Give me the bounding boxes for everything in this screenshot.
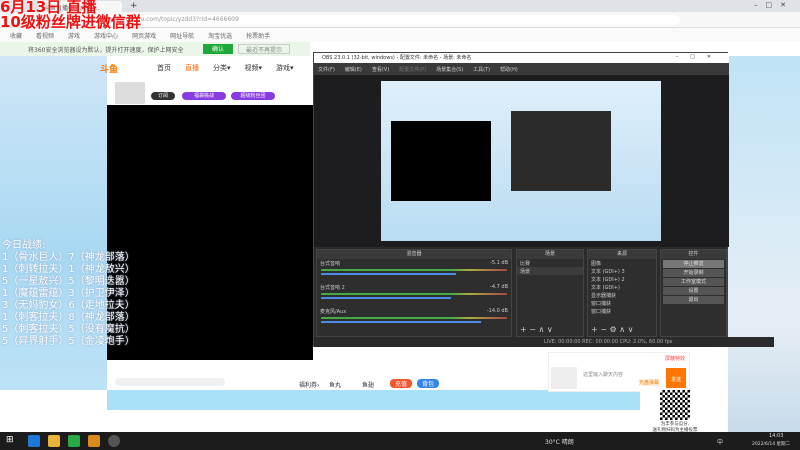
coupon-link[interactable]: 福利券› bbox=[299, 380, 319, 389]
volume-slider[interactable] bbox=[321, 321, 481, 323]
backpack-button[interactable]: 背包 bbox=[417, 379, 439, 388]
audio-meter bbox=[321, 293, 507, 295]
nav-live[interactable]: 直播 bbox=[185, 63, 199, 73]
studio-mode-button[interactable]: 工作室模式 bbox=[663, 278, 724, 286]
obs-menu-bar: 文件(F) 编辑(E) 查看(V) 配置文件(P) 场景集合(S) 工具(T) … bbox=[314, 63, 729, 75]
chat-input[interactable]: 这里输入聊天内容 bbox=[583, 371, 623, 378]
window-controls[interactable]: –□✕ bbox=[754, 1, 794, 9]
nav-category[interactable]: 分类▾ bbox=[213, 63, 231, 73]
danmu-hint[interactable]: 光盘弹幕 bbox=[639, 379, 660, 386]
obs-status-bar: LIVE: 00:00:00 REC: 00:00:00 CPU: 2.0%, … bbox=[314, 337, 774, 347]
explorer-icon[interactable] bbox=[48, 435, 60, 447]
obs-window: OBS 23.0.1 (32-bit, windows) - 配置文件: 未命名… bbox=[313, 52, 774, 347]
menu-edit[interactable]: 编辑(E) bbox=[345, 66, 362, 73]
audio-meter bbox=[321, 269, 507, 271]
page-footer bbox=[0, 410, 640, 432]
preview-capture bbox=[381, 81, 661, 241]
volume-slider[interactable] bbox=[321, 273, 456, 275]
start-recording-button[interactable]: 开始录制 bbox=[663, 269, 724, 277]
recharge-button[interactable]: 充值 bbox=[390, 379, 412, 388]
menu-view[interactable]: 查看(V) bbox=[372, 66, 389, 73]
bookmark[interactable]: 抢票助手 bbox=[246, 31, 270, 40]
clock-time[interactable]: 14:03 bbox=[769, 433, 783, 439]
fish-ball[interactable]: 鱼丸 bbox=[329, 380, 341, 389]
fan-club-button[interactable]: 超级粉丝团 bbox=[231, 92, 275, 100]
obs-preview[interactable] bbox=[314, 75, 729, 247]
subscribe-button[interactable]: 订阅 bbox=[151, 92, 175, 100]
mixer-dock: 混音器 台式音响 -5.1 dB 台式音响 2 -4.7 dB 麦克风/Aux -14… bbox=[316, 249, 512, 337]
stop-streaming-button[interactable]: 停止推流 bbox=[663, 260, 724, 268]
bookmark[interactable]: 网址导航 bbox=[170, 31, 194, 40]
nav-games[interactable]: 游戏▾ bbox=[276, 63, 294, 73]
source-toolbar[interactable]: + − ⚙ ∧ ∨ bbox=[591, 325, 633, 334]
app-icon[interactable] bbox=[88, 435, 100, 447]
obs-window-controls[interactable]: –□✕ bbox=[676, 54, 723, 60]
fish-fin[interactable]: 鱼翅 bbox=[362, 380, 374, 389]
gift-search[interactable] bbox=[115, 378, 225, 386]
nav-video[interactable]: 视频▾ bbox=[245, 63, 263, 73]
menu-tools[interactable]: 工具(T) bbox=[473, 66, 490, 73]
bookmark[interactable]: 游戏中心 bbox=[94, 31, 118, 40]
site-nav: 首页 直播 分类▾ 视频▾ 游戏▾ bbox=[107, 56, 313, 80]
scenes-dock: 场景 比赛 场景 + − ∧ ∨ bbox=[516, 249, 584, 337]
avatar bbox=[115, 82, 145, 104]
sources-dock: 来源 图像 文本 (GDI+) 3 文本 (GDI+) 2 文本 (GDI+) … bbox=[587, 249, 657, 337]
bookmark[interactable]: 看视频 bbox=[36, 31, 54, 40]
source-item[interactable]: 显示器捕获 bbox=[588, 291, 656, 299]
lucky-bag-button[interactable]: 福袋挑战 bbox=[182, 92, 226, 100]
source-item[interactable]: 文本 (GDI+) bbox=[588, 283, 656, 291]
menu-help[interactable]: 帮助(H) bbox=[500, 66, 518, 73]
url-input[interactable]: https://www.douyu.com/topic/yzdd3?rid=46… bbox=[80, 15, 680, 25]
settings-button[interactable]: 设置 bbox=[663, 287, 724, 295]
browser-icon[interactable] bbox=[68, 435, 80, 447]
page-background-right bbox=[728, 56, 800, 432]
effects-toggle[interactable]: 屏蔽特效 bbox=[665, 355, 685, 362]
windows-start-icon[interactable]: ⊞ bbox=[6, 435, 18, 447]
scene-item[interactable]: 比赛 bbox=[517, 259, 583, 267]
notice-dismiss-button[interactable]: 最近不再提示 bbox=[238, 44, 290, 54]
scene-item[interactable]: 场景 bbox=[517, 267, 583, 275]
taskbar: ⊞ 30°C 晴朗 中 14:03 2022/6/14 星期二 bbox=[0, 432, 800, 450]
weather[interactable]: 30°C 晴朗 bbox=[545, 437, 574, 446]
exit-button[interactable]: 退出 bbox=[663, 296, 724, 304]
nested-video bbox=[391, 121, 491, 201]
source-item[interactable]: 窗口捕获 bbox=[588, 299, 656, 307]
controls-dock: 控件 停止推流 开始录制 工作室模式 设置 退出 bbox=[660, 249, 727, 337]
notice-confirm-button[interactable]: 确认 bbox=[203, 44, 233, 54]
ime-indicator[interactable]: 中 bbox=[717, 437, 723, 446]
menu-scene-collection[interactable]: 场景集合(S) bbox=[436, 66, 463, 73]
stream-overlay-title: 6月13日 直播 10级粉丝牌进微信群 bbox=[0, 0, 141, 31]
source-item[interactable]: 窗口捕获 bbox=[588, 307, 656, 315]
page-strip bbox=[107, 390, 647, 410]
obs-title-bar: OBS 23.0.1 (32-bit, windows) - 配置文件: 未命名… bbox=[314, 53, 729, 63]
nested-obs bbox=[511, 111, 611, 191]
video-player[interactable] bbox=[107, 105, 313, 360]
send-button[interactable]: 发送 bbox=[666, 368, 686, 390]
avatar bbox=[551, 367, 577, 389]
source-item[interactable]: 文本 (GDI+) 2 bbox=[588, 275, 656, 283]
gift-bar: 福利券› 鱼丸 鱼翅 充值 背包 bbox=[107, 360, 540, 390]
anchor-info: 订阅 福袋挑战 超级粉丝团 bbox=[107, 80, 313, 105]
menu-profile[interactable]: 配置文件(P) bbox=[399, 66, 426, 73]
bookmark[interactable]: 收藏 bbox=[10, 31, 22, 40]
bookmark[interactable]: 淘宝优选 bbox=[208, 31, 232, 40]
menu-file[interactable]: 文件(F) bbox=[318, 66, 335, 73]
obs-icon[interactable] bbox=[108, 435, 120, 447]
ie-icon[interactable] bbox=[28, 435, 40, 447]
source-item[interactable]: 图像 bbox=[588, 259, 656, 267]
volume-slider[interactable] bbox=[321, 297, 451, 299]
nav-home[interactable]: 首页 bbox=[157, 63, 171, 73]
audio-meter bbox=[321, 317, 507, 319]
source-item[interactable]: 文本 (GDI+) 3 bbox=[588, 267, 656, 275]
bookmark[interactable]: 游戏 bbox=[68, 31, 80, 40]
vote-qr-popup: 为丰参与瓜分, 送礼物扫码为主播投票 bbox=[640, 388, 710, 433]
scene-toolbar[interactable]: + − ∧ ∨ bbox=[520, 325, 553, 334]
douyu-logo[interactable]: 斗鱼 bbox=[100, 62, 134, 76]
qr-code bbox=[660, 390, 690, 420]
stream-overlay-ranking: 今日战绩: 1（骨水巨人）7（神龙部落） 1（刺转拉夫）1（神龙敖兴） 5（一星敖兴… bbox=[2, 240, 135, 347]
bookmark[interactable]: 网页游戏 bbox=[132, 31, 156, 40]
clock-date[interactable]: 2022/6/14 星期二 bbox=[752, 441, 790, 447]
